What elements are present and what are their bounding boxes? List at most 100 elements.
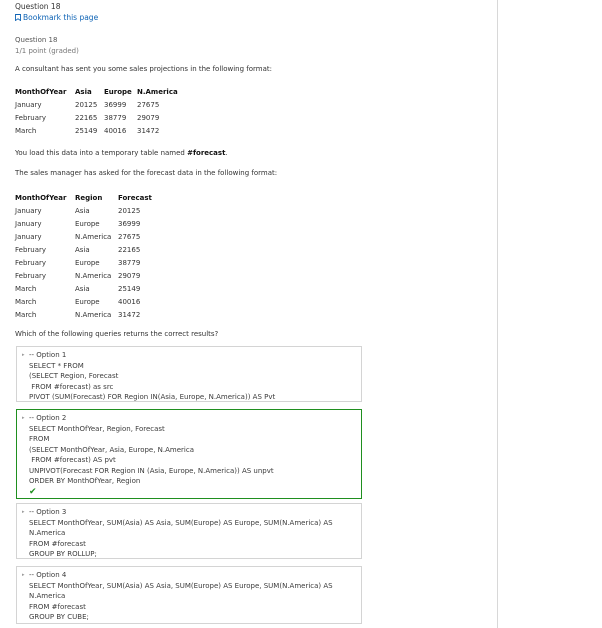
answer-option-1[interactable]: ▸ -- Option 1 SELECT * FROM (SELECT Region,… (16, 346, 362, 402)
target-table-header: MonthOfYear Region Forecast (15, 191, 163, 204)
table-cell: 31472 (137, 126, 160, 135)
column-header: Asia (75, 87, 92, 96)
target-table: MonthOfYear Region Forecast January Asia 201… (15, 191, 163, 321)
option-code-line: ORDER BY MonthOfYear, Region (29, 477, 141, 485)
table-cell: Europe (75, 258, 100, 267)
column-header: N.America (137, 87, 178, 96)
table-cell: February (15, 258, 47, 267)
load-text: You load this data into a temporary tabl… (15, 149, 228, 157)
source-table-header: MonthOfYear Asia Europe N.America (15, 85, 183, 98)
table-row: February N.America 29079 (15, 269, 163, 282)
table-name: #forecast (187, 149, 226, 157)
table-cell: 38779 (118, 258, 141, 267)
table-row: February Europe 38779 (15, 256, 163, 269)
table-cell: March (15, 310, 37, 319)
option-code-line: -- Option 1 (29, 351, 67, 359)
bookmark-link[interactable]: Bookmark this page (15, 13, 98, 22)
option-code-line: FROM (29, 435, 50, 443)
page-divider (497, 0, 498, 628)
table-row: February Asia 22165 (15, 243, 163, 256)
option-code-line: N.America (29, 529, 66, 537)
table-cell: 31472 (118, 310, 141, 319)
request-text: The sales manager has asked for the fore… (15, 169, 278, 177)
option-code-line: N.America (29, 592, 66, 600)
column-header: Forecast (118, 193, 152, 202)
question-text: Which of the following queries returns t… (15, 330, 219, 338)
table-cell: N.America (75, 232, 112, 241)
option-code-line: -- Option 4 (29, 571, 67, 579)
option-code-line: UNPIVOT(Forecast FOR Region IN (Asia, Eu… (29, 466, 274, 475)
table-cell: March (15, 297, 37, 306)
table-cell: 20125 (118, 206, 141, 215)
load-text-suffix: . (225, 149, 228, 157)
table-cell: 27675 (137, 100, 160, 109)
table-cell: 36999 (118, 219, 141, 228)
option-code-line: GROUP BY ROLLUP; (29, 550, 97, 558)
radio-icon[interactable]: ▸ (22, 415, 25, 421)
table-cell: Asia (75, 206, 90, 215)
table-row: January 20125 36999 27675 (15, 98, 183, 111)
option-code-line: PIVOT (SUM(Forecast) FOR Region IN(Asia,… (29, 393, 276, 401)
table-cell: Europe (75, 219, 100, 228)
bookmark-label: Bookmark this page (23, 13, 99, 22)
radio-icon[interactable]: ▸ (22, 352, 25, 358)
answer-option-3[interactable]: ▸ -- Option 3 SELECT MonthOfYear, SUM(Asia… (16, 503, 362, 559)
table-cell: January (15, 100, 42, 109)
option-code-line: FROM #forecast) AS pvt (29, 456, 116, 464)
option-code-line: FROM #forecast (29, 539, 86, 548)
table-cell: 20125 (75, 100, 98, 109)
table-row: January Asia 20125 (15, 204, 163, 217)
table-cell: March (15, 284, 37, 293)
points-label: 1/1 point (graded) (15, 47, 79, 55)
option-code-line: GROUP BY CUBE; (29, 613, 89, 621)
question-title: Question 18 (15, 2, 61, 11)
table-row: March Europe 40016 (15, 295, 163, 308)
table-row: January N.America 27675 (15, 230, 163, 243)
table-cell: January (15, 232, 42, 241)
column-header: MonthOfYear (15, 193, 67, 202)
load-text-prefix: You load this data into a temporary tabl… (15, 149, 188, 157)
option-code-line: (SELECT Region, Forecast (29, 372, 119, 380)
answer-option-4[interactable]: ▸ -- Option 4 SELECT MonthOfYear, SUM(Asia… (16, 566, 362, 624)
table-row: February 22165 38779 29079 (15, 111, 183, 124)
table-cell: Asia (75, 245, 90, 254)
option-code-line: SELECT MonthOfYear, SUM(Asia) AS Asia, S… (29, 581, 333, 590)
table-cell: N.America (75, 310, 112, 319)
table-cell: Asia (75, 284, 90, 293)
table-cell: February (15, 245, 47, 254)
column-header: Region (75, 193, 103, 202)
column-header: Europe (104, 87, 132, 96)
table-cell: 29079 (118, 271, 141, 280)
option-code-line: FROM #forecast) as src (29, 382, 114, 391)
table-cell: 40016 (104, 126, 127, 135)
table-cell: Europe (75, 297, 100, 306)
table-cell: March (15, 126, 37, 135)
table-row: January Europe 36999 (15, 217, 163, 230)
option-code-line: -- Option 2 (29, 414, 67, 422)
option-code-line: SELECT MonthOfYear, SUM(Asia) AS Asia, S… (29, 518, 333, 527)
table-cell: February (15, 271, 47, 280)
table-cell: 40016 (118, 297, 141, 306)
table-cell: 38779 (104, 113, 127, 122)
table-cell: 36999 (104, 100, 127, 109)
bookmark-icon (15, 14, 21, 22)
table-row: March 25149 40016 31472 (15, 124, 183, 137)
table-cell: N.America (75, 271, 112, 280)
option-code-line: SELECT MonthOfYear, Region, Forecast (29, 424, 165, 433)
radio-icon[interactable]: ▸ (22, 509, 25, 515)
answer-option-2[interactable]: ▸ -- Option 2 SELECT MonthOfYear, Region, … (16, 409, 362, 499)
option-code-line: (SELECT MonthOfYear, Asia, Europe, N.Ame… (29, 445, 195, 454)
radio-icon[interactable]: ▸ (22, 572, 25, 578)
table-cell: January (15, 206, 42, 215)
option-code-line: -- Option 3 (29, 508, 67, 516)
table-cell: 27675 (118, 232, 141, 241)
column-header: MonthOfYear (15, 87, 67, 96)
source-table: MonthOfYear Asia Europe N.America January 20… (15, 85, 183, 137)
intro-text: A consultant has sent you some sales pro… (15, 65, 272, 73)
table-cell: 25149 (118, 284, 141, 293)
table-cell: 25149 (75, 126, 98, 135)
table-row: March N.America 31472 (15, 308, 163, 321)
table-cell: January (15, 219, 42, 228)
table-cell: 22165 (75, 113, 98, 122)
check-icon: ✔ (29, 486, 37, 497)
